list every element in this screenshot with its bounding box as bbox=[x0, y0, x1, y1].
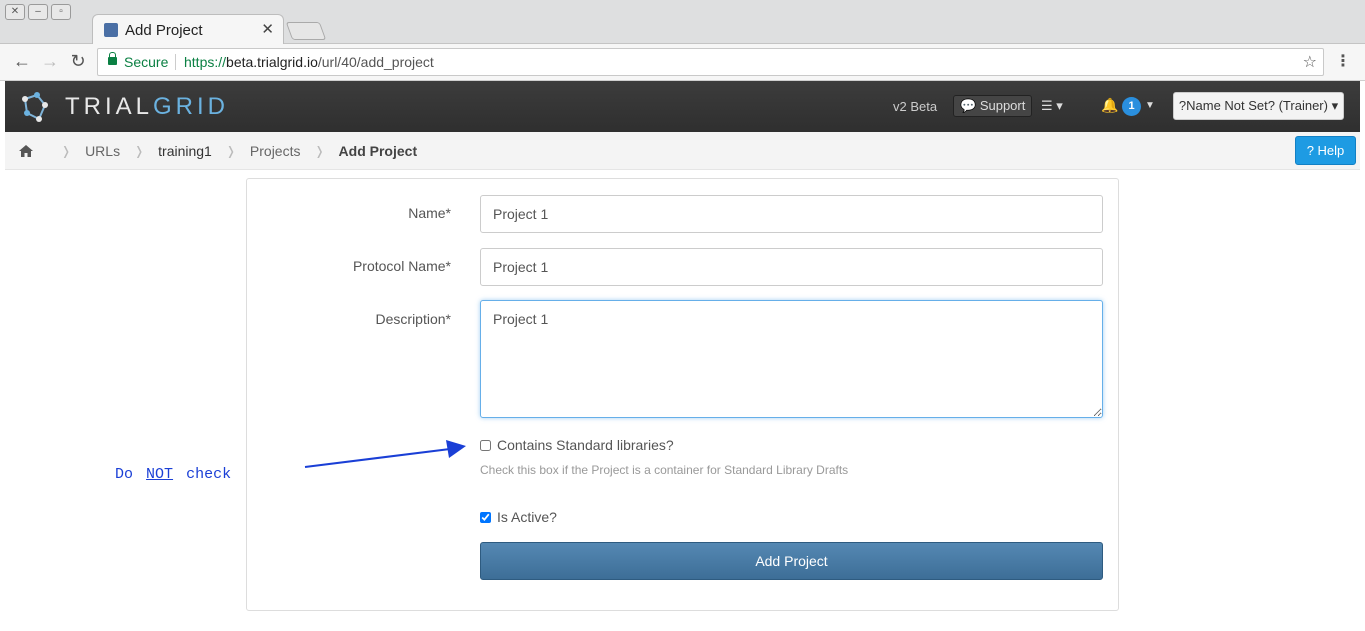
name-input[interactable] bbox=[480, 195, 1103, 233]
is-active-row: Is Active? bbox=[480, 509, 557, 525]
breadcrumb-projects[interactable]: Projects bbox=[250, 143, 301, 159]
brand-part1: TRIAL bbox=[65, 93, 154, 120]
secure-label: Secure bbox=[124, 54, 169, 70]
is-active-label: Is Active? bbox=[497, 509, 557, 525]
user-menu-button[interactable]: ?Name Not Set? (Trainer) ▾ bbox=[1173, 92, 1344, 120]
annotation-word3: check bbox=[186, 466, 232, 483]
home-icon[interactable] bbox=[19, 145, 33, 157]
url-host: beta.trialgrid.io bbox=[226, 54, 318, 70]
support-button[interactable]: 💬 Support bbox=[953, 95, 1033, 117]
tab-title: Add Project bbox=[125, 22, 203, 39]
url-scheme: https:// bbox=[184, 54, 227, 70]
annotation-arrow-icon bbox=[304, 440, 466, 468]
url-text: https://beta.trialgrid.io/url/40/add_pro… bbox=[184, 54, 434, 70]
version-label: v2 Beta bbox=[893, 99, 938, 114]
tab-close-icon[interactable]: ✕ bbox=[261, 20, 274, 38]
breadcrumb-separator: ❭ bbox=[134, 144, 145, 158]
support-label: Support bbox=[979, 98, 1026, 113]
browser-menu-icon[interactable]: ⋮ bbox=[1335, 51, 1351, 71]
lock-icon bbox=[108, 52, 117, 65]
trialgrid-logo-icon bbox=[22, 92, 48, 122]
annotation-word1: Do bbox=[115, 466, 134, 483]
breadcrumb-separator: ❭ bbox=[225, 144, 236, 158]
address-divider bbox=[175, 54, 176, 70]
comments-icon: 💬 bbox=[960, 98, 977, 113]
annotation-word2: NOT bbox=[146, 466, 174, 483]
browser-tabstrip: ✕ – ▫ Add Project ✕ bbox=[0, 0, 1365, 45]
url-path: /url/40/add_project bbox=[317, 54, 434, 70]
user-menu-label: ?Name Not Set? (Trainer) bbox=[1178, 98, 1328, 113]
question-circle-icon: ? bbox=[1306, 143, 1314, 158]
address-bar[interactable]: Secure https://beta.trialgrid.io/url/40/… bbox=[97, 48, 1324, 76]
add-project-button[interactable]: Add Project bbox=[480, 542, 1103, 580]
app-navbar: TRIALGRID v2 Beta 💬 Support ☰ ▾ 🔔 1 ▼ ?N… bbox=[5, 81, 1360, 132]
bookmark-star-icon[interactable]: ☆ bbox=[1303, 52, 1317, 72]
window-close-button[interactable]: ✕ bbox=[5, 4, 25, 20]
breadcrumb-current: Add Project bbox=[338, 143, 418, 159]
help-button[interactable]: ? Help bbox=[1295, 136, 1356, 165]
breadcrumb-separator: ❭ bbox=[61, 144, 72, 158]
list-menu-icon[interactable]: ☰ ▾ bbox=[1041, 98, 1063, 114]
brand-part2: GRID bbox=[153, 93, 230, 120]
standard-libraries-checkbox[interactable] bbox=[480, 439, 491, 451]
breadcrumb-training1[interactable]: training1 bbox=[158, 143, 212, 159]
protocol-name-input[interactable] bbox=[480, 248, 1103, 286]
browser-tab[interactable]: Add Project ✕ bbox=[92, 14, 284, 45]
notification-badge[interactable]: 1 bbox=[1122, 97, 1141, 116]
brand-name[interactable]: TRIALGRID bbox=[65, 93, 229, 121]
window-minimize-button[interactable]: – bbox=[28, 4, 48, 20]
new-tab-button[interactable] bbox=[285, 22, 327, 40]
breadcrumb: ❭ URLs ❭ training1 ❭ Projects ❭ Add Proj… bbox=[5, 132, 1360, 170]
standard-libraries-row: Contains Standard libraries? bbox=[480, 437, 674, 453]
window-controls: ✕ – ▫ bbox=[5, 4, 71, 20]
protocol-name-label: Protocol Name* bbox=[352, 258, 451, 274]
name-label: Name* bbox=[408, 205, 451, 221]
window-maximize-button[interactable]: ▫ bbox=[51, 4, 71, 20]
back-icon[interactable]: ← bbox=[11, 51, 33, 72]
standard-libraries-label: Contains Standard libraries? bbox=[497, 437, 674, 453]
annotation-text: Do NOT check bbox=[115, 466, 231, 483]
notification-caret-icon[interactable]: ▼ bbox=[1145, 100, 1155, 111]
help-label: Help bbox=[1317, 143, 1345, 158]
reload-icon[interactable]: ↻ bbox=[67, 51, 89, 72]
bell-icon[interactable]: 🔔 bbox=[1101, 97, 1118, 114]
description-textarea[interactable]: Project 1 bbox=[480, 300, 1103, 418]
is-active-checkbox[interactable] bbox=[480, 511, 491, 523]
add-project-form: Name* Protocol Name* Description* Projec… bbox=[246, 178, 1119, 611]
forward-icon[interactable]: → bbox=[39, 51, 61, 72]
description-label: Description* bbox=[375, 311, 451, 327]
standard-libraries-help: Check this box if the Project is a conta… bbox=[480, 463, 849, 477]
breadcrumb-separator: ❭ bbox=[314, 144, 325, 158]
breadcrumb-urls[interactable]: URLs bbox=[85, 143, 120, 159]
browser-toolbar: ← → ↻ Secure https://beta.trialgrid.io/u… bbox=[0, 44, 1365, 81]
favicon-icon bbox=[104, 23, 118, 37]
